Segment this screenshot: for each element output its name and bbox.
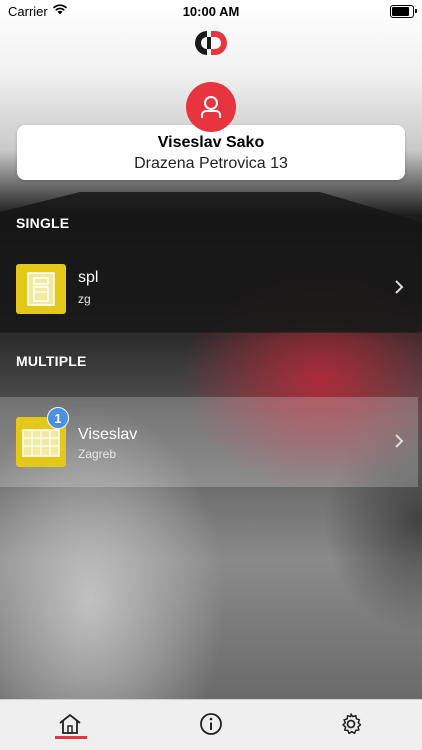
- list-item-single[interactable]: spl zg: [0, 245, 418, 333]
- section-title-single: SINGLE: [16, 215, 70, 231]
- profile-card[interactable]: Viseslav Sako Drazena Petrovica 13: [17, 125, 405, 180]
- list-item-title: Viseslav: [78, 426, 138, 443]
- app-logo: [193, 28, 229, 58]
- tab-info[interactable]: [197, 710, 225, 738]
- status-time: 10:00 AM: [182, 4, 240, 19]
- list-item-title: spl: [78, 269, 99, 286]
- list-item-subtitle: Zagreb: [78, 447, 117, 461]
- single-building-icon: [16, 264, 66, 314]
- chevron-right-icon: [394, 433, 404, 454]
- tab-bar: [0, 699, 422, 750]
- section-title-multiple: MULTIPLE: [16, 353, 87, 369]
- profile-name: Viseslav Sako: [157, 134, 265, 151]
- info-icon: [200, 713, 222, 735]
- battery-icon: [390, 5, 417, 18]
- list-item-subtitle: zg: [78, 292, 91, 306]
- home-icon: [59, 713, 81, 734]
- chevron-right-icon: [394, 279, 404, 300]
- tab-home[interactable]: [56, 710, 84, 738]
- user-icon: [201, 96, 221, 118]
- profile-address: Drazena Petrovica 13: [134, 155, 288, 172]
- status-bar: Carrier 10:00 AM: [0, 0, 422, 22]
- gear-icon: [342, 713, 362, 735]
- avatar[interactable]: [186, 82, 236, 132]
- tab-settings[interactable]: [337, 710, 365, 738]
- count-badge: 1: [47, 407, 69, 429]
- active-tab-indicator: [55, 736, 87, 739]
